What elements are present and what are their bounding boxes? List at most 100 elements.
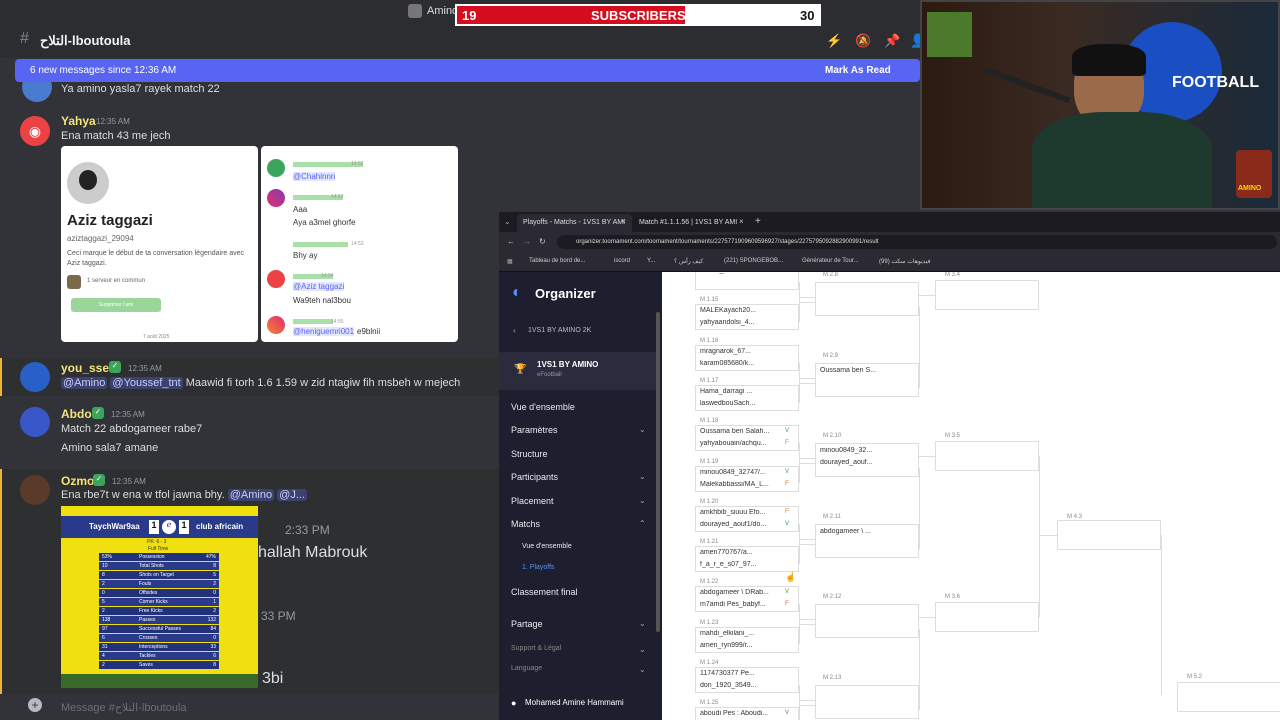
player-name[interactable]: abdogameer \ DRab... [700,589,780,596]
bookmark[interactable]: iscord [614,258,630,264]
mention[interactable]: @J... [277,489,307,501]
stat-label: Corner Kicks [139,599,168,605]
nav-language[interactable]: Language [511,665,542,672]
nav-support[interactable]: Support & Légal [511,645,561,652]
server-name[interactable]: Amino [427,5,458,17]
organizer-logo-text[interactable]: Organizer [535,286,596,301]
stat-row: 5 Corner Kicks 1 [99,598,219,606]
nav-share[interactable]: Partage [511,619,543,629]
mark-as-read-button[interactable]: Mark As Read [825,65,891,76]
close-icon[interactable]: × [621,217,626,226]
match-card[interactable] [695,272,799,290]
close-icon[interactable]: × [739,217,744,226]
player-name[interactable]: don_1920_3549... [700,682,780,689]
tab-list-icon[interactable]: ⌄ [504,217,511,226]
player-name[interactable]: abdogameer \ ... [820,528,900,535]
nav-settings[interactable]: Paramètres [511,425,558,435]
mention[interactable]: @Amino [227,489,275,501]
player-name[interactable]: MALEKayach20... [700,307,780,314]
player-name[interactable]: mahdi_elkilani_... [700,630,780,637]
new-tab-icon[interactable]: + [755,216,761,227]
pin-icon[interactable]: 📌 [884,33,900,49]
bookmark[interactable]: كيف رأس ؟ [674,258,703,265]
nav-final-standings[interactable]: Classement final [511,587,578,597]
back-chevron-icon[interactable]: ‹ [513,326,516,335]
mute-icon[interactable]: 🔕 [855,33,871,49]
username[interactable]: Yahya [61,114,96,128]
nav-matches[interactable]: Matchs [511,519,540,529]
profile-image-attachment[interactable]: Aziz taggazi aziztaggazi_29094 Ceci marq… [61,146,258,342]
tab-match[interactable]: Match #1.1.1.56 | 1VS1 BY AMI [633,214,748,232]
bracket-view[interactable]: nadhir_lr/ Nad... M 1.15 MALEKayach20... ya… [662,272,1280,720]
player-name[interactable]: amen_ryn999/r... [700,642,780,649]
avatar[interactable] [20,475,50,505]
nav-participants[interactable]: Participants [511,472,558,482]
match-card[interactable] [815,685,919,719]
nav-matches-overview[interactable]: Vue d'ensemble [522,543,572,550]
bookmark[interactable]: (221) SPONGEBOB... [724,258,783,264]
chat-image-attachment[interactable]: 14:52 @Chahinnn 14:52 Aaa Aya a3mel ghor… [261,146,458,342]
add-attachment-icon[interactable]: + [28,698,42,712]
nav-playoffs[interactable]: 1. Playoffs [522,564,555,571]
reload-icon[interactable]: ↻ [539,237,546,246]
player-name[interactable]: amen770767/a... [700,549,780,556]
player-name[interactable]: Malekabbassi/MA_L... [700,481,780,488]
threads-icon[interactable]: ⚡ [826,33,842,49]
player-name[interactable]: Oussama ben Salah... [700,428,780,435]
match-result: F [785,480,789,487]
player-name[interactable]: laswedbouSach... [700,400,780,407]
back-link[interactable]: 1VS1 BY AMINO 2K [528,327,591,334]
scrollbar[interactable] [656,312,660,632]
player-name[interactable]: Oussama ben S... [820,367,900,374]
bookmark[interactable]: فيديوهات سكت (99) [879,258,931,265]
message-composer[interactable]: + Message #التلاح-lboutoula [0,694,500,720]
player-name[interactable]: 1174730377 Pe... [700,670,780,677]
username[interactable]: you_ssef [61,361,113,375]
stat-label: Tackles [139,653,156,659]
back-icon[interactable]: ← [507,237,515,246]
bookmark[interactable]: Générateur de Tour... [802,258,859,264]
match-card[interactable] [935,441,1039,471]
user-name[interactable]: Mohamed Amine Hammami [525,698,624,707]
tab-playoffs[interactable]: Playoffs - Matchs - 1VS1 BY AMI [517,214,632,232]
avatar[interactable]: ◉ [20,116,50,146]
bookmark[interactable]: Y... [647,258,655,264]
player-name[interactable]: mragnarok_67... [700,348,780,355]
match-card[interactable] [935,280,1039,310]
verified-icon: ✓ [92,407,104,419]
player-name[interactable]: m7amdi Pes_babyf... [700,601,780,608]
player-name[interactable]: minou0849_32... [820,447,900,454]
username[interactable]: Ozmo [61,474,94,488]
match-card[interactable] [815,282,919,316]
player-name[interactable]: Hama_darragi ... [700,388,780,395]
player-name[interactable]: yahyaandolsi_4... [700,319,780,326]
avatar[interactable] [20,407,50,437]
player-name[interactable]: yahyabouain/achqu... [700,440,780,447]
player-name[interactable]: dourayed_aouf1/do... [700,521,780,528]
player-name[interactable]: nadhir_lr/ Nad... [700,272,780,274]
bookmark[interactable]: Tableau de bord de... [529,258,585,264]
avatar[interactable] [22,82,52,102]
player-name[interactable]: dourayed_aouf... [820,459,900,466]
player-name[interactable]: karam085680/k... [700,360,780,367]
mention[interactable]: @Amino [61,377,108,389]
player-name[interactable]: amkhbib_siuuu Efo... [700,509,780,516]
player-name[interactable]: minou0849_32747/... [700,469,780,476]
match-card[interactable] [1057,520,1161,550]
match-card[interactable] [935,602,1039,632]
mention[interactable]: @Youssef_tnt [110,377,183,389]
forward-icon[interactable]: → [523,237,531,246]
avatar[interactable] [20,362,50,392]
penalty-score: PK: 6 - 3 [147,539,167,545]
player-name[interactable]: f_a_r_e_s07_97... [700,561,780,568]
nav-overview[interactable]: Vue d'ensemble [511,402,575,412]
match-card[interactable] [1177,682,1280,712]
nav-structure[interactable]: Structure [511,449,548,459]
match-stats-image[interactable]: TaychWar9aa 1 ℯ 1 club africain PK: 6 - … [61,506,258,688]
match-card[interactable] [815,604,919,639]
nav-placement[interactable]: Placement [511,496,554,506]
player-name[interactable]: aboudi Pes : Aboudi... [700,710,780,717]
username[interactable]: Abdo [61,407,92,421]
apps-icon[interactable]: ▦ [507,258,513,265]
message-input[interactable]: Message #التلاح-lboutoula [61,701,187,714]
